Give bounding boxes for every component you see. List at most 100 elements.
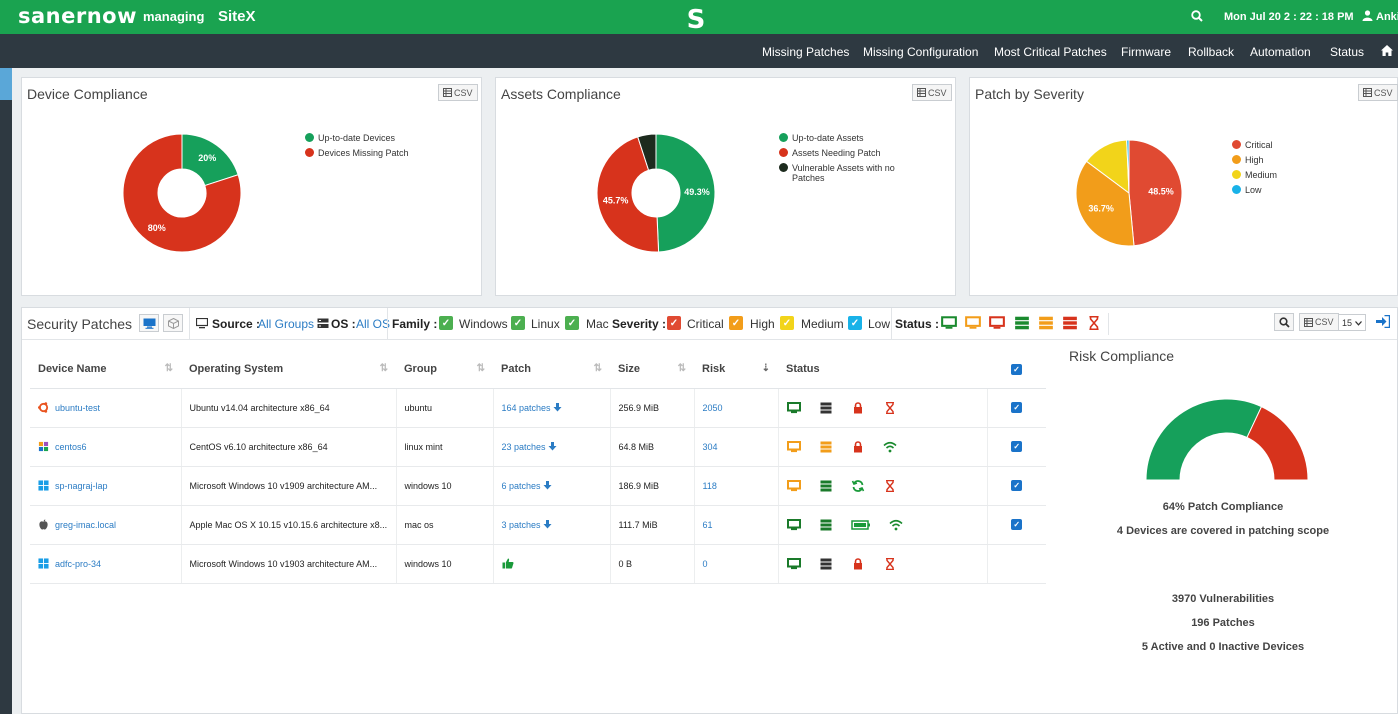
legend-item[interactable]: Up-to-date Devices bbox=[305, 133, 409, 143]
server-online-icon[interactable] bbox=[819, 480, 833, 492]
row-checkbox[interactable]: ✓ bbox=[1011, 402, 1023, 413]
server-icon[interactable] bbox=[819, 402, 833, 414]
search-icon[interactable] bbox=[1191, 10, 1203, 22]
column-header-patch[interactable]: Patch ⇅ bbox=[493, 350, 610, 389]
risk-link[interactable]: 0 bbox=[703, 559, 708, 569]
lock-icon[interactable] bbox=[851, 440, 865, 453]
column-header-device-name[interactable]: Device Name ⇅ bbox=[30, 350, 181, 389]
assets-compliance-donut[interactable]: 49.3% 45.7% bbox=[596, 133, 716, 253]
column-header-operating-system[interactable]: Operating System ⇅ bbox=[181, 350, 396, 389]
sort-icon[interactable]: ⇅ bbox=[594, 363, 602, 374]
device-compliance-donut[interactable]: 20% 80% bbox=[122, 133, 242, 253]
monitor-warning-icon[interactable] bbox=[965, 316, 981, 330]
legend-item[interactable]: High bbox=[1232, 155, 1277, 165]
monitor-offline-icon[interactable] bbox=[989, 316, 1005, 330]
sort-icon[interactable]: ⇅ bbox=[165, 363, 173, 374]
server-online-icon[interactable] bbox=[1014, 316, 1030, 330]
wifi-icon[interactable] bbox=[888, 519, 903, 531]
hourglass-icon[interactable] bbox=[1086, 316, 1102, 330]
sort-icon[interactable]: ⇅ bbox=[477, 363, 485, 374]
hourglass-icon[interactable] bbox=[883, 557, 897, 570]
nav-missing-configuration[interactable]: Missing Configuration bbox=[863, 45, 978, 59]
server-offline-icon[interactable] bbox=[1062, 316, 1078, 330]
lock-icon[interactable] bbox=[851, 401, 865, 414]
patch-count-link[interactable]: 23 patches bbox=[502, 442, 546, 452]
risk-link[interactable]: 304 bbox=[703, 442, 718, 452]
device-name-link[interactable]: adfc-pro-34 bbox=[55, 559, 101, 569]
patch-severity-pie[interactable]: 48.5% 36.7% bbox=[1074, 138, 1184, 248]
risk-compliance-gauge[interactable] bbox=[1144, 396, 1310, 486]
row-checkbox[interactable]: ✓ bbox=[1011, 480, 1023, 491]
legend-item[interactable]: Assets Needing Patch bbox=[779, 148, 909, 158]
nav-missing-patches[interactable]: Missing Patches bbox=[762, 45, 849, 59]
table-row[interactable]: greg-imac.local Apple Mac OS X 10.15 v10… bbox=[30, 505, 1046, 545]
battery-icon[interactable] bbox=[850, 519, 871, 531]
legend-item[interactable]: Devices Missing Patch bbox=[305, 148, 409, 158]
checkbox-low[interactable]: ✓ bbox=[848, 316, 862, 330]
nav-firmware[interactable]: Firmware bbox=[1121, 45, 1171, 59]
legend-item[interactable]: Up-to-date Assets bbox=[779, 133, 909, 143]
column-header-risk[interactable]: Risk ⇣ bbox=[694, 350, 778, 389]
sort-icon[interactable]: ⇅ bbox=[380, 363, 388, 374]
device-name-link[interactable]: ubuntu-test bbox=[55, 403, 100, 413]
wifi-icon[interactable] bbox=[882, 441, 897, 453]
nav-automation[interactable]: Automation bbox=[1250, 45, 1311, 59]
device-name-link[interactable]: sp-nagraj-lap bbox=[55, 481, 108, 491]
monitor-warning-icon[interactable] bbox=[786, 440, 801, 453]
server-warning-icon[interactable] bbox=[1038, 316, 1054, 330]
risk-link[interactable]: 61 bbox=[703, 520, 713, 530]
monitor-online-icon[interactable] bbox=[941, 316, 957, 330]
sort-desc-icon[interactable]: ⇣ bbox=[762, 363, 770, 374]
table-row[interactable]: adfc-pro-34 Microsoft Windows 10 v1903 a… bbox=[30, 544, 1046, 584]
sort-icon[interactable]: ⇅ bbox=[678, 363, 686, 374]
checkbox-high[interactable]: ✓ bbox=[729, 316, 743, 330]
monitor-warning-icon[interactable] bbox=[786, 479, 801, 492]
table-search-button[interactable] bbox=[1274, 313, 1294, 331]
select-all-checkbox[interactable]: ✓ bbox=[1011, 363, 1022, 375]
monitor-online-icon[interactable] bbox=[786, 518, 801, 531]
brand-name[interactable]: sanernow bbox=[18, 4, 137, 28]
home-icon[interactable] bbox=[1381, 45, 1393, 56]
server-icon[interactable] bbox=[819, 558, 833, 570]
row-checkbox[interactable]: ✓ bbox=[1011, 519, 1023, 530]
user-menu[interactable]: Ankit bbox=[1362, 10, 1398, 23]
site-selector[interactable]: SiteX bbox=[218, 8, 256, 25]
patch-count-link[interactable]: 3 patches bbox=[502, 520, 541, 530]
patch-count-link[interactable]: 164 patches bbox=[502, 403, 551, 413]
checkbox-windows[interactable]: ✓ bbox=[439, 316, 453, 330]
page-size-select[interactable]: 15 bbox=[1338, 314, 1366, 331]
os-filter[interactable]: All OS bbox=[356, 317, 390, 331]
row-checkbox[interactable]: ✓ bbox=[1011, 441, 1023, 452]
download-icon[interactable] bbox=[543, 519, 552, 529]
column-header-size[interactable]: Size ⇅ bbox=[610, 350, 694, 389]
refresh-icon[interactable] bbox=[851, 479, 865, 492]
legend-item[interactable]: Low bbox=[1232, 185, 1277, 195]
table-row[interactable]: sp-nagraj-lap Microsoft Windows 10 v1909… bbox=[30, 466, 1046, 506]
column-header-select-all[interactable]: ✓ bbox=[987, 350, 1046, 389]
download-icon[interactable] bbox=[548, 441, 557, 451]
table-row[interactable]: ubuntu-test Ubuntu v14.04 architecture x… bbox=[30, 388, 1046, 428]
risk-link[interactable]: 2050 bbox=[703, 403, 723, 413]
checkbox-critical[interactable]: ✓ bbox=[667, 316, 681, 330]
checkbox-medium[interactable]: ✓ bbox=[780, 316, 794, 330]
sidebar-toggle[interactable] bbox=[0, 68, 12, 100]
checkbox-linux[interactable]: ✓ bbox=[511, 316, 525, 330]
column-header-group[interactable]: Group ⇅ bbox=[396, 350, 493, 389]
sign-in-icon[interactable] bbox=[1376, 315, 1390, 328]
device-name-link[interactable]: greg-imac.local bbox=[55, 520, 116, 530]
csv-button[interactable]: CSV bbox=[1299, 313, 1339, 331]
table-row[interactable]: centos6 CentOS v6.10 architecture x86_64… bbox=[30, 427, 1046, 467]
gauge-noncompliant-segment[interactable] bbox=[1246, 406, 1309, 481]
legend-item[interactable]: Medium bbox=[1232, 170, 1277, 180]
checkbox-mac[interactable]: ✓ bbox=[565, 316, 579, 330]
download-icon[interactable] bbox=[553, 402, 562, 412]
server-online-icon[interactable] bbox=[819, 519, 833, 531]
lock-icon[interactable] bbox=[851, 557, 865, 570]
source-filter[interactable]: All Groups bbox=[258, 317, 314, 331]
gauge-compliant-segment[interactable] bbox=[1145, 398, 1263, 481]
device-view-button[interactable] bbox=[139, 314, 159, 332]
risk-link[interactable]: 118 bbox=[703, 481, 717, 491]
csv-button[interactable]: CSV bbox=[912, 84, 952, 101]
csv-button[interactable]: CSV bbox=[1358, 84, 1398, 101]
monitor-online-icon[interactable] bbox=[786, 401, 801, 414]
